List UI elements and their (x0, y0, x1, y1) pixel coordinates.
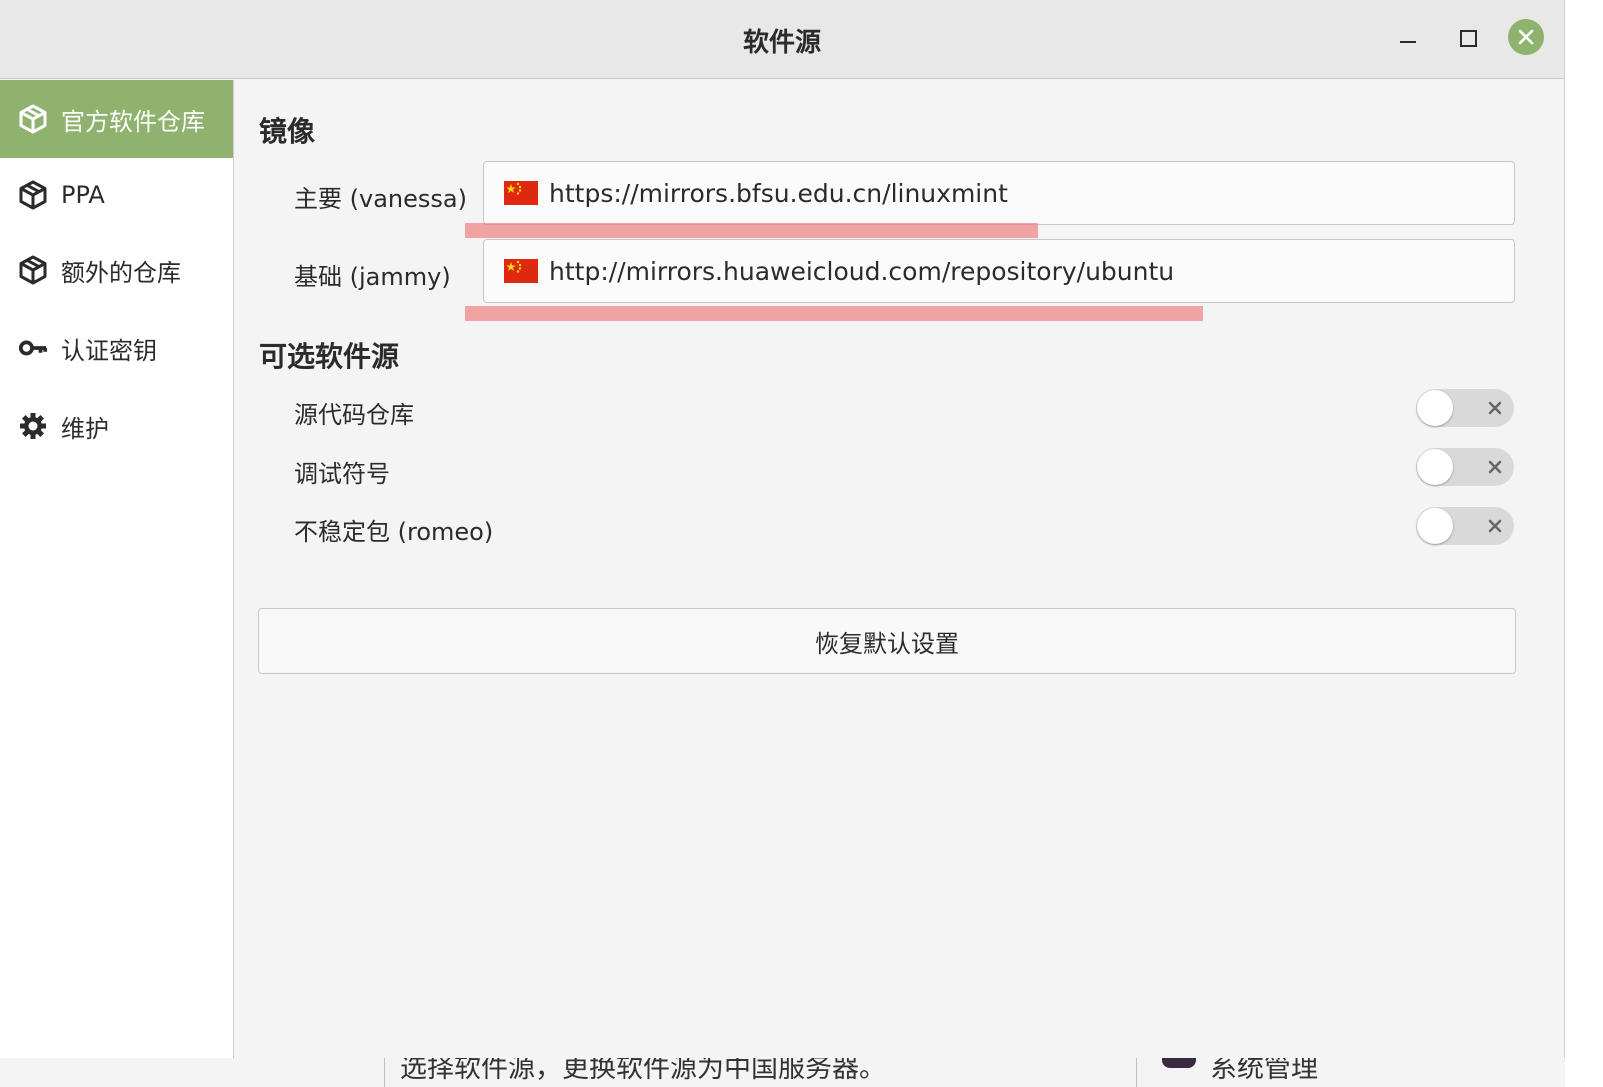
window-title: 软件源 (742, 28, 821, 58)
unstable-packages-toggle[interactable] (1416, 507, 1514, 545)
sidebar-item-label: 维护 (61, 414, 109, 443)
software-sources-window: 软件源 官方软件仓库 PPA 额外的仓库 认证密钥 维护 镜像 主要 (vane… (0, 0, 1565, 1058)
base-mirror-selector[interactable]: http://mirrors.huaweicloud.com/repositor… (483, 239, 1515, 303)
package-icon (18, 180, 48, 210)
source-code-label: 源代码仓库 (294, 401, 414, 429)
off-x-icon (1488, 401, 1502, 415)
off-x-icon (1488, 519, 1502, 533)
maximize-icon (1460, 30, 1477, 47)
background-text: 系统管理 (1210, 1058, 1318, 1084)
main-mirror-selector[interactable]: https://mirrors.bfsu.edu.cn/linuxmint (483, 161, 1515, 225)
toggle-knob (1417, 449, 1453, 485)
gear-icon (18, 411, 48, 441)
cn-flag-icon (504, 259, 538, 283)
maximize-button[interactable] (1450, 20, 1486, 56)
sidebar-item-additional-repos[interactable]: 额外的仓库 (0, 231, 233, 309)
underline-annotation (465, 306, 1203, 321)
source-code-toggle[interactable] (1416, 389, 1514, 427)
base-mirror-url: http://mirrors.huaweicloud.com/repositor… (549, 256, 1175, 286)
debug-symbols-label: 调试符号 (294, 460, 390, 488)
main-mirror-label: 主要 (vanessa) (294, 185, 467, 213)
background-window: 选择软件源，更换软件源为中国服务器。 系统管理 (0, 1058, 1603, 1087)
sidebar-item-label: 认证密钥 (61, 336, 157, 365)
sidebar-item-label: 官方软件仓库 (61, 107, 205, 136)
key-icon (18, 333, 48, 363)
restore-defaults-button[interactable]: 恢复默认设置 (258, 608, 1516, 674)
mirrors-heading: 镜像 (259, 115, 316, 148)
optional-sources-heading: 可选软件源 (259, 340, 400, 373)
debug-symbols-toggle[interactable] (1416, 448, 1514, 486)
minimize-icon (1400, 41, 1416, 43)
sidebar-item-official-repos[interactable]: 官方软件仓库 (0, 80, 233, 158)
close-button[interactable] (1508, 19, 1544, 55)
sidebar-item-authentication-keys[interactable]: 认证密钥 (0, 309, 233, 387)
app-icon (1162, 1058, 1196, 1068)
minimize-button[interactable] (1390, 20, 1426, 56)
base-mirror-label: 基础 (jammy) (294, 263, 451, 291)
titlebar[interactable]: 软件源 (0, 0, 1564, 79)
cn-flag-icon (504, 181, 538, 205)
sidebar-item-label: 额外的仓库 (61, 258, 181, 287)
desktop-edge (1565, 0, 1603, 1087)
main-mirror-url: https://mirrors.bfsu.edu.cn/linuxmint (549, 178, 1008, 208)
divider (384, 1058, 385, 1087)
background-text: 选择软件源，更换软件源为中国服务器。 (400, 1058, 886, 1084)
main-content: 镜像 主要 (vanessa) https://mirrors.bfsu.edu… (234, 80, 1564, 1058)
toggle-knob (1417, 390, 1453, 426)
package-icon (18, 255, 48, 285)
sidebar-item-maintenance[interactable]: 维护 (0, 387, 233, 465)
divider (1136, 1058, 1137, 1087)
toggle-knob (1417, 508, 1453, 544)
unstable-packages-label: 不稳定包 (romeo) (294, 518, 494, 546)
package-icon (18, 104, 48, 134)
sidebar: 官方软件仓库 PPA 额外的仓库 认证密钥 维护 (0, 80, 234, 1058)
sidebar-item-ppa[interactable]: PPA (0, 156, 233, 234)
off-x-icon (1488, 460, 1502, 474)
underline-annotation (465, 223, 1038, 238)
sidebar-item-label: PPA (61, 181, 105, 209)
close-icon (1518, 29, 1534, 45)
